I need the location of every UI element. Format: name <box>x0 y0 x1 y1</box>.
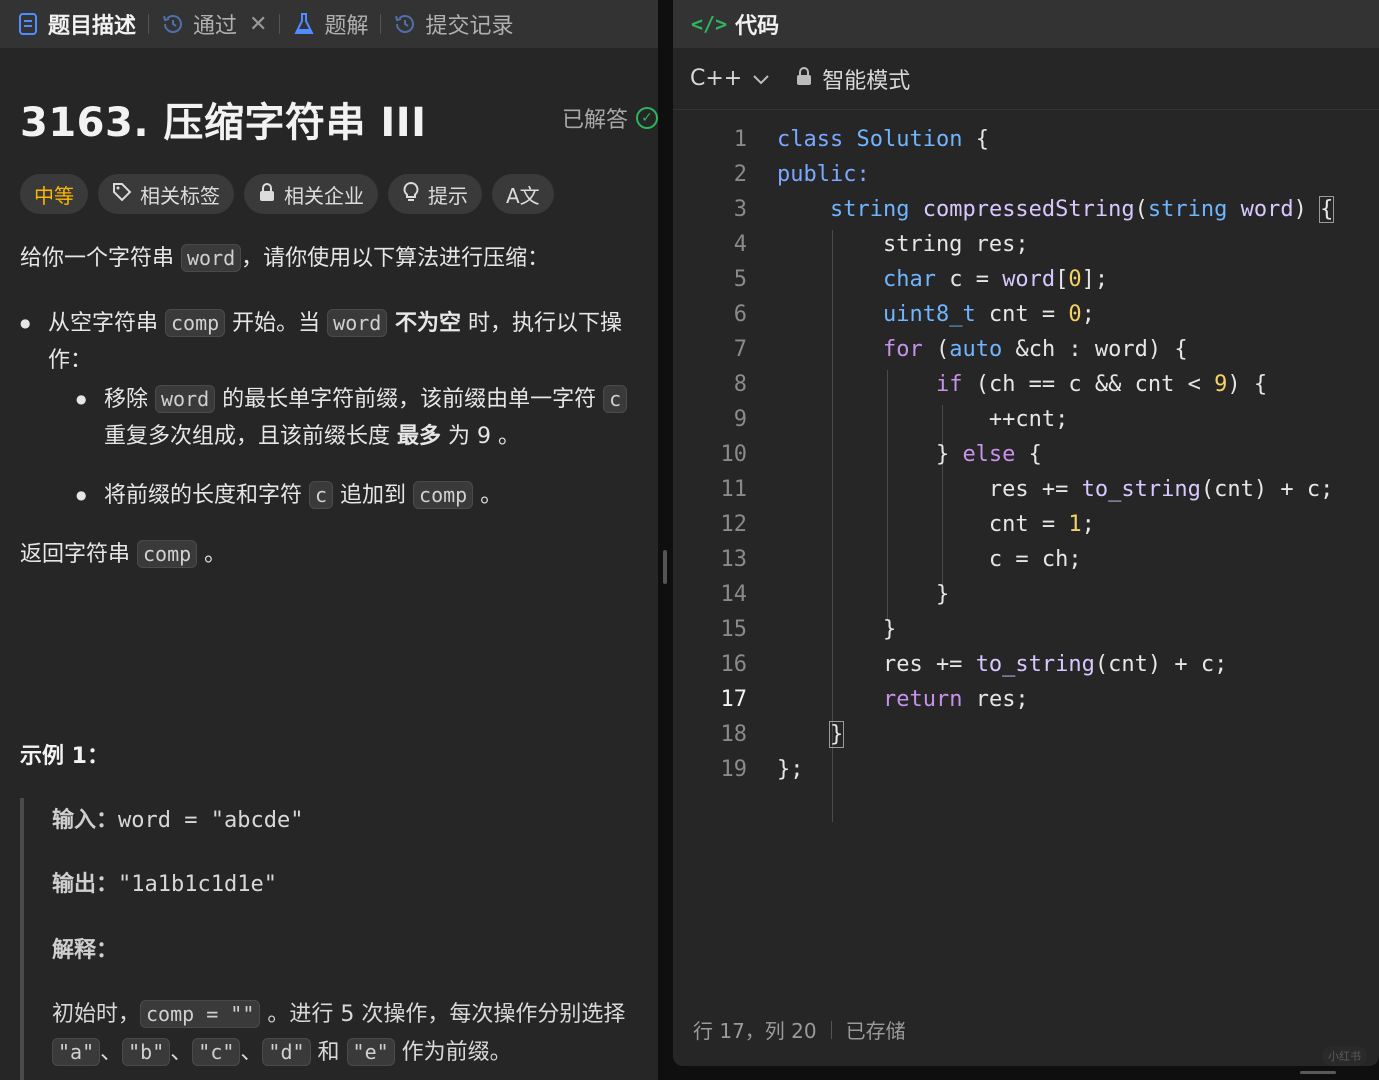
difficulty-badge: 中等 <box>20 174 88 214</box>
example-output: 输出："1a1b1c1d1e" <box>52 872 277 897</box>
tab-accepted[interactable]: 通过 ✕ <box>149 0 279 48</box>
document-icon <box>16 12 40 36</box>
problem-description: 给你一个字符串 word，请你使用以下算法进行压缩： 从空字符串 comp 开始… <box>20 240 650 573</box>
code-line: 19}; <box>720 757 804 782</box>
code-panel-header: </> 代码 <box>673 0 1379 48</box>
example-explain-line2: "a"、 "b"、 "c"、 "d" 和 "e" 作为前缀。 <box>52 1034 512 1066</box>
code-icon: </> <box>691 12 728 36</box>
description-intro: 给你一个字符串 word ，请你使用以下算法进行压缩： <box>20 244 550 272</box>
related-tags-button[interactable]: 相关标签 <box>98 174 234 214</box>
editor-toolbar: C++ 智能模式 <box>673 48 1379 110</box>
tab-solutions[interactable]: 题解 <box>280 0 380 48</box>
example-title: 示例 1： <box>20 744 109 769</box>
tag-icon <box>112 182 132 207</box>
problem-panel: 题目描述 通过 ✕ 题解 提交记录 3163. 压缩字符串 III 已解答 ✓ … <box>0 0 658 1080</box>
problem-title-row: 3163. 压缩字符串 III 已解答 ✓ <box>20 92 658 146</box>
panel-resize-handle[interactable] <box>663 550 667 584</box>
related-companies-button[interactable]: 相关企业 <box>244 174 378 214</box>
left-tab-bar: 题目描述 通过 ✕ 题解 提交记录 <box>0 0 658 48</box>
code-line: 2 public: <box>733 162 870 187</box>
language-label: C++ <box>690 66 743 91</box>
tab-description[interactable]: 题目描述 <box>14 0 148 48</box>
code-line: 9 ++cnt; <box>733 407 1069 432</box>
code-line: 6 uint8_t cnt = 0; <box>733 302 1095 327</box>
description-return: 返回字符串 comp 。 <box>20 540 227 568</box>
tab-accepted-label: 通过 <box>193 14 238 39</box>
code-editor[interactable]: 1 class Solution { 2 public: 3 string comp… <box>673 122 1379 822</box>
solved-label: 已解答 <box>561 108 628 133</box>
problem-title: 3163. 压缩字符串 III <box>20 100 427 146</box>
tab-description-label: 题目描述 <box>48 14 137 39</box>
tab-solutions-label: 题解 <box>324 14 369 39</box>
code-line: 5 char c = word[0]; <box>733 267 1109 292</box>
mode-toggle[interactable]: 智能模式 <box>796 63 910 95</box>
lightbulb-icon <box>402 181 420 208</box>
list-item: 移除 word 的最长单字符前缀，该前缀由单一字符 c 重复多次组成，且该前缀长… <box>76 381 650 455</box>
code-line: 14 } <box>720 582 950 607</box>
chevron-down-icon <box>752 66 770 91</box>
inline-code: word <box>181 244 242 272</box>
example-explain-label: 解释： <box>52 938 119 963</box>
check-circle-icon: ✓ <box>636 107 658 129</box>
code-line: 10 } else { <box>720 442 1042 467</box>
cursor-position: 行 17，列 20 <box>693 1019 817 1043</box>
code-line: 11 res += to_string(cnt) + c; <box>720 477 1334 502</box>
mode-label: 智能模式 <box>822 68 911 94</box>
example-input: 输入：word = "abcde" <box>52 808 304 833</box>
code-line: 8 if (ch == c && cnt < 9) { <box>733 372 1268 397</box>
translate-icon: A文 <box>506 183 540 208</box>
code-line: 1 class Solution { <box>733 127 989 152</box>
code-line: 3 string compressedString(string word) { <box>733 196 1335 223</box>
problem-chips: 中等 相关标签 相关企业 提示 A文 <box>20 174 554 214</box>
algorithm-steps: 从空字符串 comp 开始。当 word 不为空 时，执行以下操作： 移除 wo… <box>20 305 650 514</box>
history-icon <box>393 12 417 36</box>
code-line: 12 cnt = 1; <box>720 512 1095 537</box>
flask-icon <box>292 12 316 36</box>
save-status: 已存储 <box>845 1019 906 1043</box>
solved-status: 已解答 ✓ <box>562 102 658 134</box>
list-item: 将前缀的长度和字符 c 追加到 comp 。 <box>76 477 650 514</box>
code-panel-title: 代码 <box>735 14 780 39</box>
example-block: 输入：word = "abcde" 输出："1a1b1c1d1e" 解释： 初始… <box>20 798 658 1080</box>
close-icon[interactable]: ✕ <box>249 12 267 37</box>
hint-label: 提示 <box>428 183 468 208</box>
tab-submissions[interactable]: 提交记录 <box>381 0 525 48</box>
hint-button[interactable]: 提示 <box>388 174 482 214</box>
code-line: 15 } <box>720 617 897 642</box>
history-icon <box>161 12 185 36</box>
editor-status-bar: 行 17，列 20 已存储 <box>693 1015 906 1044</box>
code-line: 4 string res; <box>733 232 1029 257</box>
status-separator <box>830 1020 832 1039</box>
sub-steps: 移除 word 的最长单字符前缀，该前缀由单一字符 c 重复多次组成，且该前缀长… <box>76 381 650 514</box>
tab-submissions-label: 提交记录 <box>425 14 514 39</box>
code-line: 7 for (auto &ch : word) { <box>733 337 1188 362</box>
example-explain-line1: 初始时， comp = "" 。进行 5 次操作，每次操作分别选择 <box>52 1000 626 1028</box>
language-select[interactable]: C++ <box>690 66 770 91</box>
code-line: 18 } <box>720 721 845 748</box>
watermark: 小红书 <box>1322 1046 1367 1066</box>
translate-button[interactable]: A文 <box>492 174 554 214</box>
code-line-current: 17 return res; <box>720 687 1029 712</box>
code-line: 13 c = ch; <box>720 547 1082 572</box>
related-companies-label: 相关企业 <box>284 183 364 208</box>
list-item: 从空字符串 comp 开始。当 word 不为空 时，执行以下操作： 移除 wo… <box>20 305 650 514</box>
lock-icon <box>796 66 812 91</box>
scroll-indicator <box>1300 1071 1336 1074</box>
related-tags-label: 相关标签 <box>140 183 220 208</box>
lock-icon <box>258 182 276 207</box>
code-line: 16 res += to_string(cnt) + c; <box>720 652 1228 677</box>
code-panel: </> 代码 C++ 智能模式 1 class Solution { 2 publi… <box>673 0 1379 1066</box>
